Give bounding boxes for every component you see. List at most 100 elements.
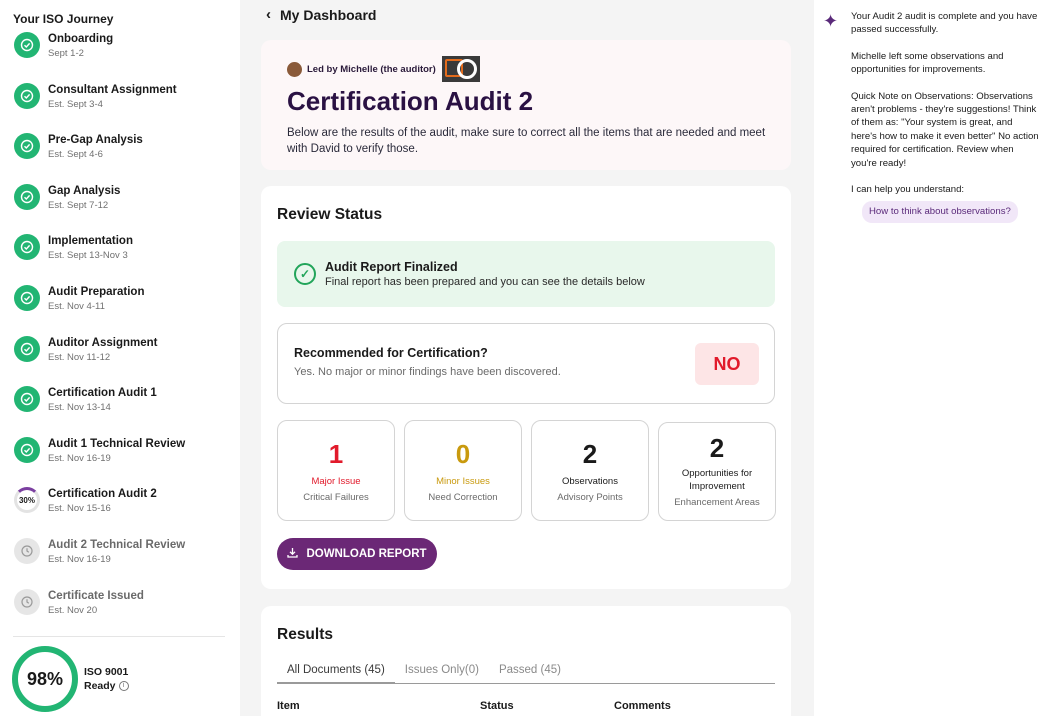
stat-major-issue[interactable]: 1 Major Issue Critical Failures	[277, 420, 395, 521]
page-description: Below are the results of the audit, make…	[287, 127, 766, 155]
step-date: Est. Nov 20	[48, 604, 98, 616]
stat-number: 1	[328, 439, 344, 469]
step-date: Est. Sept 13-Nov 3	[48, 250, 128, 262]
step-name: Implementation	[48, 235, 133, 248]
step-certification-audit-2[interactable]: 30% Certification Audit 2 Est. Nov 15-16	[14, 487, 226, 538]
step-pre-gap-analysis[interactable]: Pre-Gap Analysis Est. Sept 4-6	[14, 133, 226, 184]
info-icon[interactable]: i	[118, 681, 129, 692]
stat-sub: Enhancement Areas	[674, 497, 760, 508]
download-icon	[287, 547, 299, 561]
step-implementation[interactable]: Implementation Est. Sept 13-Nov 3	[14, 234, 226, 285]
recommendation-badge: NO	[695, 343, 759, 385]
step-name: Gap Analysis	[48, 184, 121, 197]
stat-number: 2	[709, 433, 725, 463]
finalized-banner: ✓ Audit Report Finalized Final report ha…	[277, 241, 775, 307]
step-onboarding[interactable]: Onboarding Sept 1-2	[14, 32, 226, 83]
results-title: Results	[277, 626, 333, 643]
progress-ring: 30%	[14, 487, 40, 514]
step-consultant-assignment[interactable]: Consultant Assignment Est. Sept 3-4	[14, 82, 226, 134]
check-circle-icon	[14, 335, 40, 362]
recommendation-question: Recommended for Certification?	[294, 346, 488, 360]
sidebar-title: Your ISO Journey	[13, 12, 114, 26]
column-status[interactable]: Status	[480, 700, 514, 712]
step-certification-audit-1[interactable]: Certification Audit 1 Est. Nov 13-14	[14, 386, 226, 437]
review-status-title: Review Status	[277, 206, 383, 223]
tab-issues-only[interactable]: Issues Only(0)	[395, 664, 489, 684]
tab-all-documents[interactable]: All Documents (45)	[277, 664, 395, 684]
step-date: Est. Nov 16-19	[48, 553, 111, 565]
check-circle-icon: ✓	[294, 263, 316, 285]
recommendation-box: Recommended for Certification? Yes. No m…	[277, 323, 775, 404]
step-name: Pre-Gap Analysis	[48, 134, 143, 147]
assistant-panel: ✦ Your Audit 2 audit is complete and you…	[814, 0, 1042, 716]
clock-icon	[14, 588, 40, 615]
findings-stats: 1 Major Issue Critical Failures 0 Minor …	[277, 420, 776, 521]
step-certificate-issued[interactable]: Certificate Issued Est. Nov 20	[14, 588, 226, 640]
finalized-description: Final report has been prepared and you c…	[325, 276, 645, 288]
recommendation-answer: Yes. No major or minor findings have bee…	[294, 366, 561, 378]
main-content: ‹ My Dashboard Led by Michelle (the audi…	[240, 0, 814, 716]
step-audit-preparation[interactable]: Audit Preparation Est. Nov 4-11	[14, 284, 226, 336]
stat-number: 2	[582, 439, 598, 469]
chat-message: Your Audit 2 audit is complete and you h…	[851, 11, 1038, 36]
stat-sub: Need Correction	[428, 492, 498, 503]
step-name: Certification Audit 1	[48, 387, 157, 400]
chat-message: I can help you understand:	[851, 184, 965, 196]
step-date: Est. Sept 4-6	[48, 149, 103, 161]
results-tabs: All Documents (45) Issues Only(0) Passed…	[277, 664, 775, 684]
check-circle-icon	[14, 386, 40, 413]
step-name: Auditor Assignment	[48, 336, 158, 349]
readiness-widget: 98% ISO 9001 Ready i	[12, 646, 129, 712]
step-date: Est. Nov 15-16	[48, 503, 111, 515]
download-report-button[interactable]: DOWNLOAD REPORT	[277, 538, 437, 570]
step-audit-1-technical-review[interactable]: Audit 1 Technical Review Est. Nov 16-19	[14, 436, 226, 488]
download-label: DOWNLOAD REPORT	[306, 548, 427, 560]
step-audit-2-technical-review[interactable]: Audit 2 Technical Review Est. Nov 16-19	[14, 537, 226, 589]
stat-opportunities[interactable]: 2 Opportunities for Improvement Enhancem…	[658, 422, 776, 521]
results-card: Results All Documents (45) Issues Only(0…	[261, 606, 791, 716]
sidebar-divider	[13, 636, 225, 637]
step-name: Consultant Assignment	[48, 83, 177, 96]
tab-passed[interactable]: Passed (45)	[489, 664, 571, 684]
certification-logo	[441, 56, 480, 82]
column-item[interactable]: Item	[277, 700, 300, 712]
step-gap-analysis[interactable]: Gap Analysis Est. Sept 7-12	[14, 183, 226, 235]
stat-number: 0	[455, 439, 471, 469]
page-title: Certification Audit 2	[287, 86, 534, 116]
step-date: Sept 1-2	[48, 48, 84, 59]
check-circle-icon	[14, 32, 40, 58]
stat-minor-issues[interactable]: 0 Minor Issues Need Correction	[404, 420, 522, 521]
back-label: My Dashboard	[280, 6, 377, 23]
journey-sidebar: Your ISO Journey Onboarding Sept 1-2 Cons…	[0, 0, 240, 716]
check-circle-icon	[14, 436, 40, 463]
column-comments[interactable]: Comments	[614, 700, 671, 712]
back-to-dashboard-link[interactable]: ‹ My Dashboard	[266, 6, 376, 23]
step-auditor-assignment[interactable]: Auditor Assignment Est. Nov 11-12	[14, 335, 226, 387]
suggestion-chip[interactable]: How to think about observations?	[862, 201, 1018, 223]
avatar	[287, 61, 302, 77]
readiness-standard: ISO 9001	[84, 666, 129, 678]
chat-message: Quick Note on Observations: Observations…	[851, 90, 1039, 169]
check-circle-icon	[14, 183, 40, 210]
stat-label: Observations	[562, 476, 618, 487]
readiness-label: Ready	[84, 680, 116, 692]
audit-hero: Led by Michelle (the auditor) Certificat…	[261, 40, 791, 170]
step-date: Est. Nov 16-19	[48, 452, 111, 464]
stat-label: Minor Issues	[436, 476, 490, 487]
assistant-message: Your Audit 2 audit is complete and you h…	[851, 10, 1039, 223]
step-name: Audit Preparation	[48, 285, 145, 298]
check-circle-icon	[14, 234, 40, 261]
step-name: Certification Audit 2	[48, 488, 157, 501]
chat-message: Michelle left some observations and oppo…	[851, 50, 1004, 76]
step-date: Est. Sept 7-12	[48, 199, 109, 211]
stat-label: Opportunities for Improvement	[681, 468, 753, 492]
check-circle-icon	[14, 133, 40, 160]
step-name: Audit 1 Technical Review	[48, 437, 186, 450]
step-name: Onboarding	[48, 33, 114, 45]
step-date: Est. Nov 4-11	[48, 300, 105, 312]
stat-observations[interactable]: 2 Observations Advisory Points	[531, 420, 649, 521]
led-by: Led by Michelle (the auditor)	[287, 56, 765, 82]
finalized-title: Audit Report Finalized	[325, 260, 458, 274]
check-circle-icon	[14, 82, 40, 109]
step-name: Certificate Issued	[48, 589, 144, 602]
